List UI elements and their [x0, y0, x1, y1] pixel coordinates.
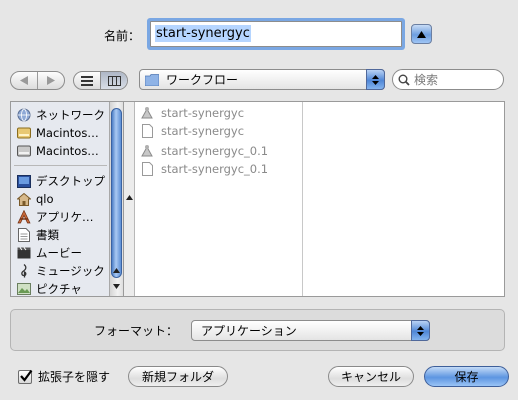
save-button[interactable]: 保存	[424, 366, 509, 387]
sidebar-item-desktop[interactable]: デスクトップ	[11, 172, 108, 190]
location-popup[interactable]: ワークフロー	[139, 69, 385, 90]
network-globe-icon	[16, 108, 31, 122]
pictures-icon	[16, 282, 31, 296]
search-placeholder: 検索	[414, 73, 439, 87]
sidebar-item-label: Macintos…	[36, 126, 99, 140]
automator-icon	[140, 144, 154, 158]
sidebar-item-home[interactable]: qlo	[11, 190, 108, 208]
name-input-value: start-synergyc	[155, 25, 251, 42]
sidebar-separator	[14, 165, 107, 166]
cancel-button[interactable]: キャンセル	[328, 366, 414, 387]
sidebar-item-pictures[interactable]: ピクチャ	[11, 280, 108, 298]
search-icon	[398, 74, 410, 86]
name-label: 名前：	[104, 29, 141, 43]
sidebar-item-disk-1[interactable]: Macintos…	[11, 124, 108, 142]
expand-dialog-button[interactable]	[411, 24, 432, 44]
sidebar-item-label: ピクチャ	[36, 282, 82, 296]
column-resize-area[interactable]	[124, 102, 135, 296]
back-button[interactable]	[11, 72, 37, 89]
scroll-up-arrow-icon[interactable]	[126, 195, 133, 200]
view-mode-buttons	[73, 71, 128, 90]
list-view-icon	[81, 75, 93, 86]
file-item[interactable]: start-synergyc	[140, 122, 244, 140]
hide-extension-checkbox[interactable]: 拡張子を隠す	[18, 368, 110, 385]
sidebar-item-applications[interactable]: アプリケ…	[11, 208, 108, 226]
popup-arrows-icon	[366, 69, 385, 90]
forward-arrow-icon	[47, 76, 55, 85]
checkbox-box[interactable]	[18, 369, 33, 384]
format-label: フォーマット：	[94, 324, 179, 338]
scroll-down-arrow-icon[interactable]	[113, 284, 120, 289]
empty-column	[304, 102, 504, 296]
hide-extension-label: 拡張子を隠す	[38, 370, 111, 384]
sidebar-item-label: デスクトップ	[36, 174, 105, 188]
sidebar-scrollbar[interactable]	[109, 102, 123, 296]
folder-icon	[145, 73, 159, 86]
sidebar-item-label: qlo	[36, 192, 54, 206]
new-folder-button[interactable]: 新規フォルダ	[128, 366, 228, 387]
movies-icon	[16, 246, 31, 260]
documents-icon	[16, 228, 31, 242]
back-arrow-icon	[20, 76, 28, 85]
format-popup[interactable]: アプリケーション	[191, 320, 430, 341]
navigation-buttons	[10, 71, 65, 90]
name-input[interactable]: start-synergyc	[150, 21, 402, 47]
document-icon	[140, 124, 154, 138]
automator-icon	[140, 106, 154, 120]
desktop-icon	[16, 174, 31, 188]
sidebar-scroll-thumb[interactable]	[111, 108, 122, 278]
home-icon	[16, 192, 31, 206]
file-item[interactable]: start-synergyc	[140, 104, 244, 122]
file-item[interactable]: start-synergyc_0.1	[140, 160, 268, 178]
sidebar-item-music[interactable]: ミュージック	[11, 262, 108, 280]
sidebar-item-label: ミュージック	[36, 264, 105, 278]
hard-disk-icon	[16, 126, 31, 140]
file-name: start-synergyc_0.1	[161, 144, 269, 158]
forward-button[interactable]	[37, 72, 64, 89]
list-view-button[interactable]	[74, 72, 100, 89]
sidebar-item-label: ムービー	[36, 246, 82, 260]
file-name: start-synergyc	[161, 106, 245, 120]
checkmark-icon	[20, 369, 33, 382]
popup-arrows-icon	[411, 320, 430, 341]
sidebar-item-label: 書類	[36, 228, 59, 242]
sidebar-item-network[interactable]: ネットワーク	[11, 106, 108, 124]
document-icon	[140, 162, 154, 176]
sidebar: ネットワーク Macintos… Macintos… デスクトップ qlo アプ…	[11, 102, 124, 296]
music-icon	[16, 264, 31, 278]
sidebar-item-documents[interactable]: 書類	[11, 226, 108, 244]
file-browser: ネットワーク Macintos… Macintos… デスクトップ qlo アプ…	[10, 101, 505, 297]
format-value: アプリケーション	[201, 324, 297, 338]
triangle-up-icon	[417, 30, 426, 38]
format-bar: フォーマット： アプリケーション	[10, 309, 505, 351]
file-name: start-synergyc	[161, 124, 245, 138]
hard-disk-icon	[16, 144, 31, 158]
sidebar-item-label: Macintos…	[36, 144, 99, 158]
location-label: ワークフロー	[166, 73, 239, 87]
search-input[interactable]: 検索	[392, 69, 504, 90]
sidebar-item-label: アプリケ…	[36, 210, 94, 224]
sidebar-item-movies[interactable]: ムービー	[11, 244, 108, 262]
sidebar-item-label: ネットワーク	[36, 108, 105, 122]
applications-icon	[16, 210, 31, 224]
column-view-button[interactable]	[100, 72, 127, 89]
file-column: start-synergyc start-synergyc start-syne…	[135, 102, 316, 296]
column-view-icon	[107, 75, 121, 86]
sidebar-item-disk-2[interactable]: Macintos…	[11, 142, 108, 160]
file-item[interactable]: start-synergyc_0.1	[140, 142, 268, 160]
scroll-up-arrow-icon[interactable]	[113, 268, 120, 273]
file-name: start-synergyc_0.1	[161, 162, 269, 176]
